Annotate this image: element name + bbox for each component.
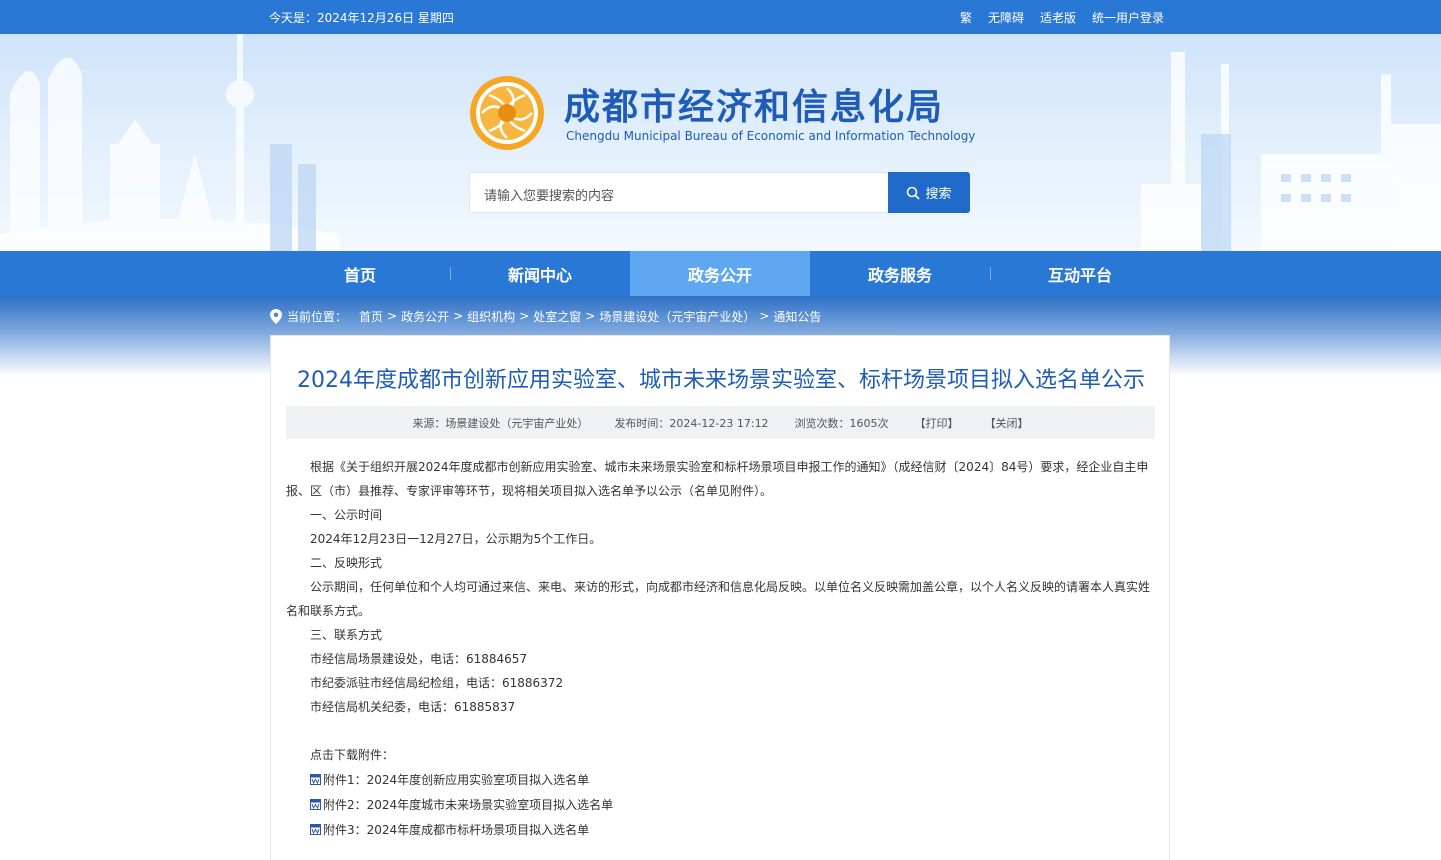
bureau-title-cn: 成都市经济和信息化局 — [564, 86, 945, 128]
traditional-chinese-link[interactable]: 繁 — [960, 9, 972, 26]
nav-news-center[interactable]: 新闻中心 — [450, 251, 630, 296]
article-body: 根据《关于组织开展2024年度成都市创新应用实验室、城市未来场景实验室和标杆场景… — [286, 455, 1155, 842]
print-button[interactable]: 【打印】 — [915, 415, 959, 431]
header-banner: 成都市经济和信息化局 Chengdu Municipal Bureau of E… — [0, 34, 1441, 251]
section-2-heading: 二、反映形式 — [310, 556, 383, 570]
nav-government-services[interactable]: 政务服务 — [810, 251, 990, 296]
breadcrumb-organization[interactable]: 组织机构 — [467, 308, 515, 325]
article-title: 2024年度成都市创新应用实验室、城市未来场景实验室、标杆场景项目拟入选名单公示 — [297, 368, 1145, 393]
breadcrumb-separator: > — [519, 309, 530, 323]
breadcrumb-separator: > — [759, 309, 770, 323]
elderly-mode-link[interactable]: 适老版 — [1040, 9, 1076, 26]
attachment-link-1[interactable]: 附件1：2024年度创新应用实验室项目拟入选名单 — [286, 767, 1155, 792]
close-button[interactable]: 【关闭】 — [985, 415, 1029, 431]
article-meta-bar: 来源：场景建设处（元宇宙产业处） 发布时间：2024-12-23 17:12 浏… — [286, 406, 1155, 439]
attachment-2-label: 附件2：2024年度城市未来场景实验室项目拟入选名单 — [323, 797, 614, 812]
location-pin-icon — [270, 308, 282, 324]
section-3-heading: 三、联系方式 — [310, 628, 383, 642]
attachment-3-label: 附件3：2024年度成都市标杆场景项目拟入选名单 — [323, 822, 590, 837]
current-date: 今天是：2024年12月26日 星期四 — [269, 11, 454, 25]
search-input[interactable]: 请输入您要搜索的内容 — [469, 172, 889, 213]
unified-login-link[interactable]: 统一用户登录 — [1092, 9, 1164, 26]
accessibility-link[interactable]: 无障碍 — [988, 9, 1024, 26]
section-1-heading: 一、公示时间 — [310, 508, 383, 522]
article-publish-time: 发布时间：2024-12-23 17:12 — [614, 416, 769, 430]
word-document-icon — [310, 774, 321, 785]
article-intro-paragraph: 根据《关于组织开展2024年度成都市创新应用实验室、城市未来场景实验室和标杆场景… — [286, 460, 1149, 498]
breadcrumb-separator: > — [585, 309, 596, 323]
section-2-text: 公示期间，任何单位和个人均可通过来信、来电、来访的形式，向成都市经济和信息化局反… — [286, 580, 1151, 618]
word-document-icon — [310, 799, 321, 810]
attachment-link-2[interactable]: 附件2：2024年度城市未来场景实验室项目拟入选名单 — [286, 792, 1155, 817]
nav-interactive-platform[interactable]: 互动平台 — [990, 251, 1170, 296]
breadcrumb: 当前位置： 首页 > 政务公开 > 组织机构 > 处室之窗 > 场景建设处（元宇… — [270, 308, 821, 324]
download-attachments-label: 点击下载附件： — [310, 748, 395, 762]
breadcrumb-notices[interactable]: 通知公告 — [773, 308, 821, 325]
breadcrumb-department-window[interactable]: 处室之窗 — [533, 308, 581, 325]
breadcrumb-government-affairs[interactable]: 政务公开 — [401, 308, 449, 325]
top-links: 繁 无障碍 适老版 统一用户登录 — [960, 9, 1164, 26]
contact-item: 市纪委派驻市经信局纪检组，电话：61886372 — [310, 676, 564, 690]
breadcrumb-label: 当前位置： — [287, 309, 348, 324]
search-button-label: 搜索 — [925, 187, 952, 202]
bureau-title-en: Chengdu Municipal Bureau of Economic and… — [566, 129, 976, 143]
nav-government-affairs-disclosure[interactable]: 政务公开 — [630, 251, 810, 296]
nav-home[interactable]: 首页 — [270, 251, 450, 296]
article-view-count: 浏览次数：1605次 — [794, 416, 889, 430]
search-icon — [907, 186, 921, 200]
section-1-text: 2024年12月23日一12月27日，公示期为5个工作日。 — [310, 532, 602, 546]
search-button[interactable]: 搜索 — [888, 172, 970, 213]
breadcrumb-scene-construction-division[interactable]: 场景建设处（元宇宙产业处） — [599, 308, 755, 325]
contact-item: 市经信局机关纪委，电话：61885837 — [310, 700, 516, 714]
city-skyline-right-illustration — [1141, 52, 1441, 251]
breadcrumb-home[interactable]: 首页 — [359, 308, 383, 325]
top-bar: 今天是：2024年12月26日 星期四 繁 无障碍 适老版 统一用户登录 — [0, 0, 1441, 34]
article-card: 2024年度成都市创新应用实验室、城市未来场景实验室、标杆场景项目拟入选名单公示… — [270, 335, 1170, 860]
contact-item: 市经信局场景建设处，电话：61884657 — [310, 652, 528, 666]
article-source: 来源：场景建设处（元宇宙产业处） — [412, 416, 589, 430]
city-skyline-left-illustration — [0, 34, 340, 251]
attachment-link-3[interactable]: 附件3：2024年度成都市标杆场景项目拟入选名单 — [286, 817, 1155, 842]
breadcrumb-separator: > — [387, 309, 398, 323]
breadcrumb-separator: > — [453, 309, 464, 323]
sun-bird-emblem-icon — [470, 76, 544, 150]
attachment-1-label: 附件1：2024年度创新应用实验室项目拟入选名单 — [323, 772, 590, 787]
word-document-icon — [310, 824, 321, 835]
main-nav: 首页 新闻中心 政务公开 政务服务 互动平台 — [0, 251, 1441, 296]
